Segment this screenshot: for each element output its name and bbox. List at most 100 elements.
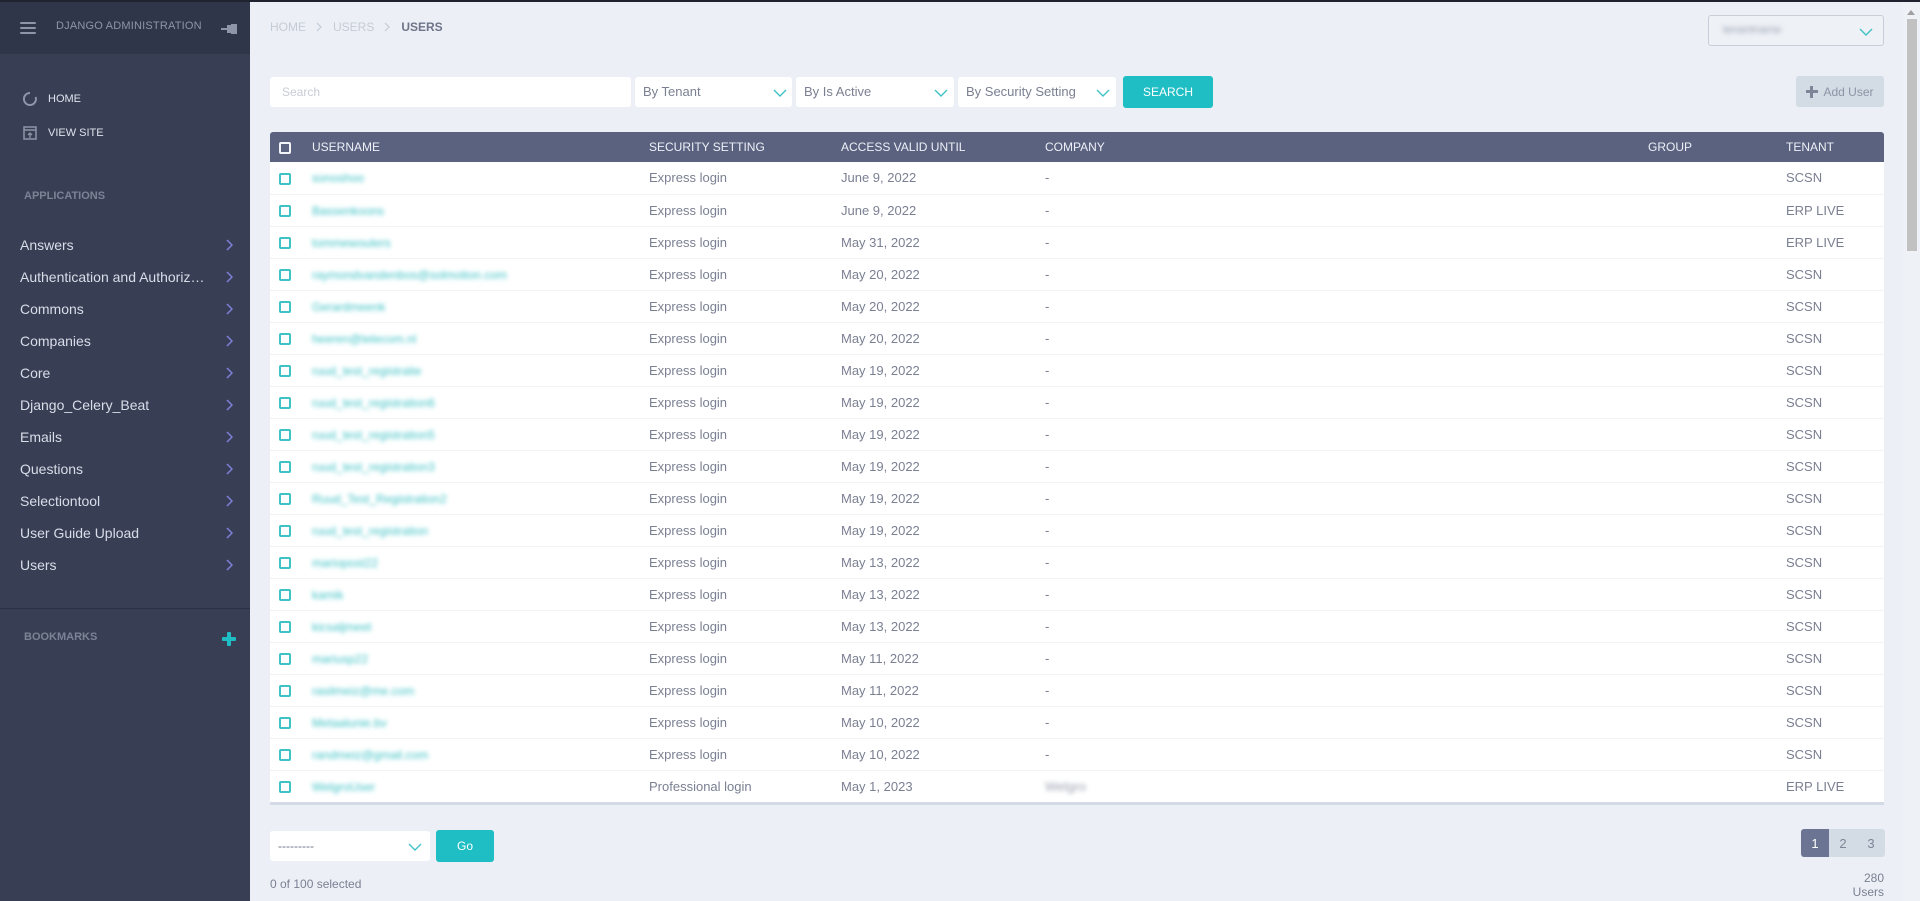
username-cell: mariopost22: [312, 546, 649, 578]
app-item-questions[interactable]: Questions: [0, 453, 250, 485]
chevron-right-icon: [226, 399, 234, 411]
group-cell: [1648, 226, 1786, 258]
username-link[interactable]: ruud_test_registration3: [312, 460, 435, 474]
go-button[interactable]: Go: [436, 830, 494, 862]
username-link[interactable]: kicsaljmeet: [312, 620, 371, 634]
row-select-cell: [270, 546, 312, 578]
row-checkbox[interactable]: [279, 461, 291, 474]
username-link[interactable]: raymondvandenbos@solmotion.com: [312, 268, 507, 282]
add-user-button[interactable]: Add User: [1796, 76, 1884, 107]
app-item-companies[interactable]: Companies: [0, 325, 250, 357]
username-link[interactable]: kamik: [312, 588, 343, 602]
column-header-security-setting[interactable]: Security Setting: [649, 132, 841, 162]
username-link[interactable]: ruud_test_registratie: [312, 364, 421, 378]
app-item-commons[interactable]: Commons: [0, 293, 250, 325]
scrollbar-thumb[interactable]: [1907, 19, 1917, 251]
column-header-group[interactable]: Group: [1648, 132, 1786, 162]
row-checkbox[interactable]: [279, 781, 291, 794]
tenant-cell: SCSN: [1786, 746, 1823, 762]
username-link[interactable]: WelgroUser: [312, 780, 375, 794]
row-checkbox[interactable]: [279, 333, 291, 346]
username-link[interactable]: ruud_test_registration: [312, 524, 428, 538]
username-link[interactable]: ruud_test_registration5: [312, 428, 435, 442]
username-link[interactable]: heeren@telecom.nl: [312, 332, 416, 346]
quick-link-view-site[interactable]: View Site: [0, 116, 250, 150]
row-checkbox[interactable]: [279, 301, 291, 314]
filter-is-active-select[interactable]: By Is Active: [796, 77, 954, 107]
search-input[interactable]: [270, 77, 631, 107]
app-item-authentication[interactable]: Authentication and Authoriz…: [0, 261, 250, 293]
row-checkbox[interactable]: [279, 717, 291, 730]
username-link[interactable]: tommewouters: [312, 236, 391, 250]
app-label: Questions: [20, 461, 84, 477]
select-all-checkbox[interactable]: [279, 141, 291, 154]
pin-icon[interactable]: [221, 23, 237, 35]
username-link[interactable]: mariopost22: [312, 556, 378, 570]
table-row: ruud_test_registration3 Express login May …: [270, 450, 1884, 482]
column-header-username[interactable]: Username: [312, 132, 649, 162]
username-link[interactable]: Ruud_Test_Registration2: [312, 492, 447, 506]
scroll-up-arrow-icon[interactable]: [1907, 10, 1915, 15]
page-3[interactable]: 3: [1857, 829, 1885, 857]
row-checkbox[interactable]: [279, 493, 291, 506]
filter-tenant-select[interactable]: By Tenant: [635, 77, 792, 107]
filter-security-setting-select[interactable]: By Security Setting: [958, 77, 1116, 107]
app-label: Selectiontool: [20, 493, 101, 509]
breadcrumb-users-app[interactable]: Users: [333, 20, 374, 34]
app-item-selectiontool[interactable]: Selectiontool: [0, 485, 250, 517]
username-cell: Metaalunie.bv: [312, 706, 649, 738]
column-header-access-valid-until[interactable]: Access Valid Until: [841, 132, 1045, 162]
username-link[interactable]: mariusp22: [312, 652, 368, 666]
app-item-emails[interactable]: Emails: [0, 421, 250, 453]
app-item-django-celery-beat[interactable]: Django_Celery_Beat: [0, 389, 250, 421]
username-link[interactable]: sonoshoo: [312, 171, 364, 185]
username-link[interactable]: Metaalunie.bv: [312, 716, 387, 730]
action-select[interactable]: ---------: [270, 831, 430, 861]
tenant-cell: SCSN: [1786, 714, 1823, 730]
app-item-users[interactable]: Users: [0, 549, 250, 581]
row-select-cell: [270, 642, 312, 674]
app-item-core[interactable]: Core: [0, 357, 250, 389]
row-checkbox[interactable]: [279, 172, 291, 185]
username-link[interactable]: Bassenkoons: [312, 204, 384, 218]
row-checkbox[interactable]: [279, 557, 291, 570]
row-checkbox[interactable]: [279, 589, 291, 602]
breadcrumb-home[interactable]: Home: [270, 20, 306, 34]
row-checkbox[interactable]: [279, 685, 291, 698]
company-value: -: [1045, 490, 1050, 506]
row-checkbox[interactable]: [279, 429, 291, 442]
quick-link-home[interactable]: Home: [0, 82, 250, 116]
group-cell: [1648, 578, 1786, 610]
row-checkbox[interactable]: [279, 653, 291, 666]
page-1[interactable]: 1: [1801, 829, 1829, 857]
row-checkbox[interactable]: [279, 237, 291, 250]
app-item-answers[interactable]: Answers: [0, 229, 250, 261]
username-link[interactable]: randmeiz@gmail.com: [312, 748, 428, 762]
username-link[interactable]: Gerardmeenk: [312, 300, 385, 314]
username-cell: kicsaljmeet: [312, 610, 649, 642]
tenant-switcher[interactable]: tenantname: [1708, 15, 1884, 46]
vertical-scrollbar[interactable]: [1902, 2, 1920, 901]
row-checkbox[interactable]: [279, 205, 291, 218]
app-label: Core: [20, 365, 51, 381]
row-checkbox[interactable]: [279, 525, 291, 538]
row-checkbox[interactable]: [279, 749, 291, 762]
app-label: Authentication and Authoriz…: [20, 269, 205, 285]
column-header-company[interactable]: Company: [1045, 132, 1648, 162]
row-checkbox[interactable]: [279, 397, 291, 410]
page-2[interactable]: 2: [1829, 829, 1857, 857]
row-checkbox[interactable]: [279, 621, 291, 634]
username-link[interactable]: ruud_test_registration6: [312, 396, 435, 410]
username-cell: ruud_test_registration5: [312, 418, 649, 450]
row-checkbox[interactable]: [279, 365, 291, 378]
username-cell: rasilmeiz@me.com: [312, 674, 649, 706]
add-bookmark-icon[interactable]: [222, 632, 236, 646]
search-button[interactable]: Search: [1123, 76, 1213, 108]
group-cell: [1648, 450, 1786, 482]
app-item-user-guide-upload[interactable]: User Guide Upload: [0, 517, 250, 549]
column-header-tenant[interactable]: Tenant: [1786, 132, 1884, 162]
username-link[interactable]: rasilmeiz@me.com: [312, 684, 414, 698]
menu-toggle-icon[interactable]: [20, 22, 36, 34]
company-value: -: [1045, 586, 1050, 602]
row-checkbox[interactable]: [279, 269, 291, 282]
